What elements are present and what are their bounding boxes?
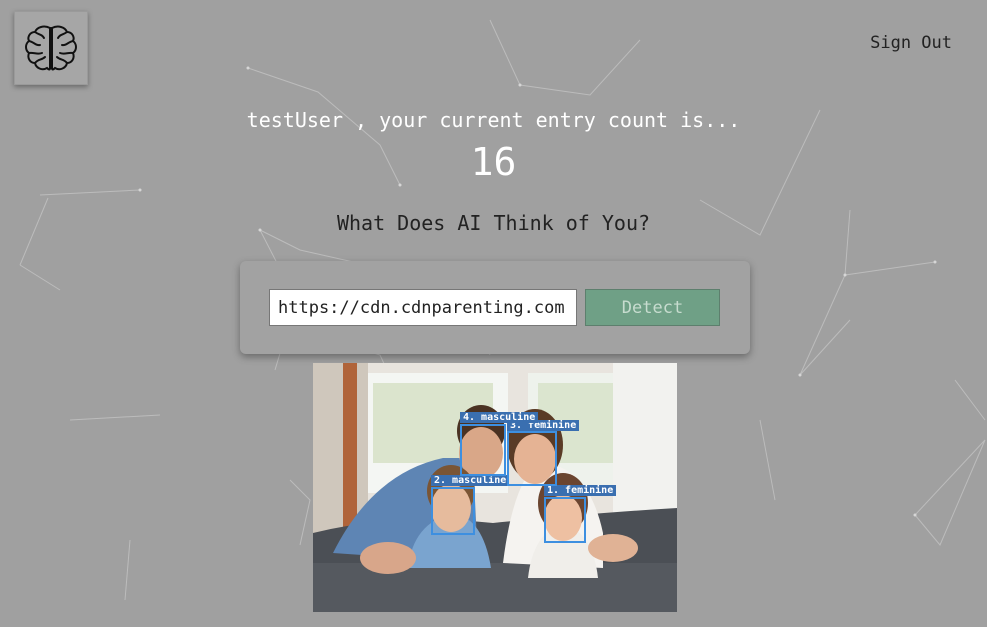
face-label-4: 4. masculine [460,412,539,423]
face-label-2: 2. masculine [431,475,510,486]
entry-count: 16 [470,140,517,184]
brain-logo[interactable] [14,11,88,85]
face-box-2 [431,487,475,535]
face-box-1 [544,497,586,543]
detect-button[interactable]: Detect [585,289,720,326]
image-url-input[interactable] [269,289,577,326]
sign-out-link[interactable]: Sign Out [870,33,952,53]
page-heading: What Does AI Think of You? [336,211,651,235]
analyzed-photo: 1. feminine 2. masculine 3. feminine 4. … [313,363,677,612]
greeting-text: testUser , your current entry count is..… [246,108,741,132]
family-photo [313,363,677,612]
url-form-card: Detect [240,261,750,354]
brain-icon [25,25,77,71]
face-box-4 [460,424,506,476]
face-box-3 [507,431,557,486]
face-label-1: 1. feminine [544,485,617,496]
